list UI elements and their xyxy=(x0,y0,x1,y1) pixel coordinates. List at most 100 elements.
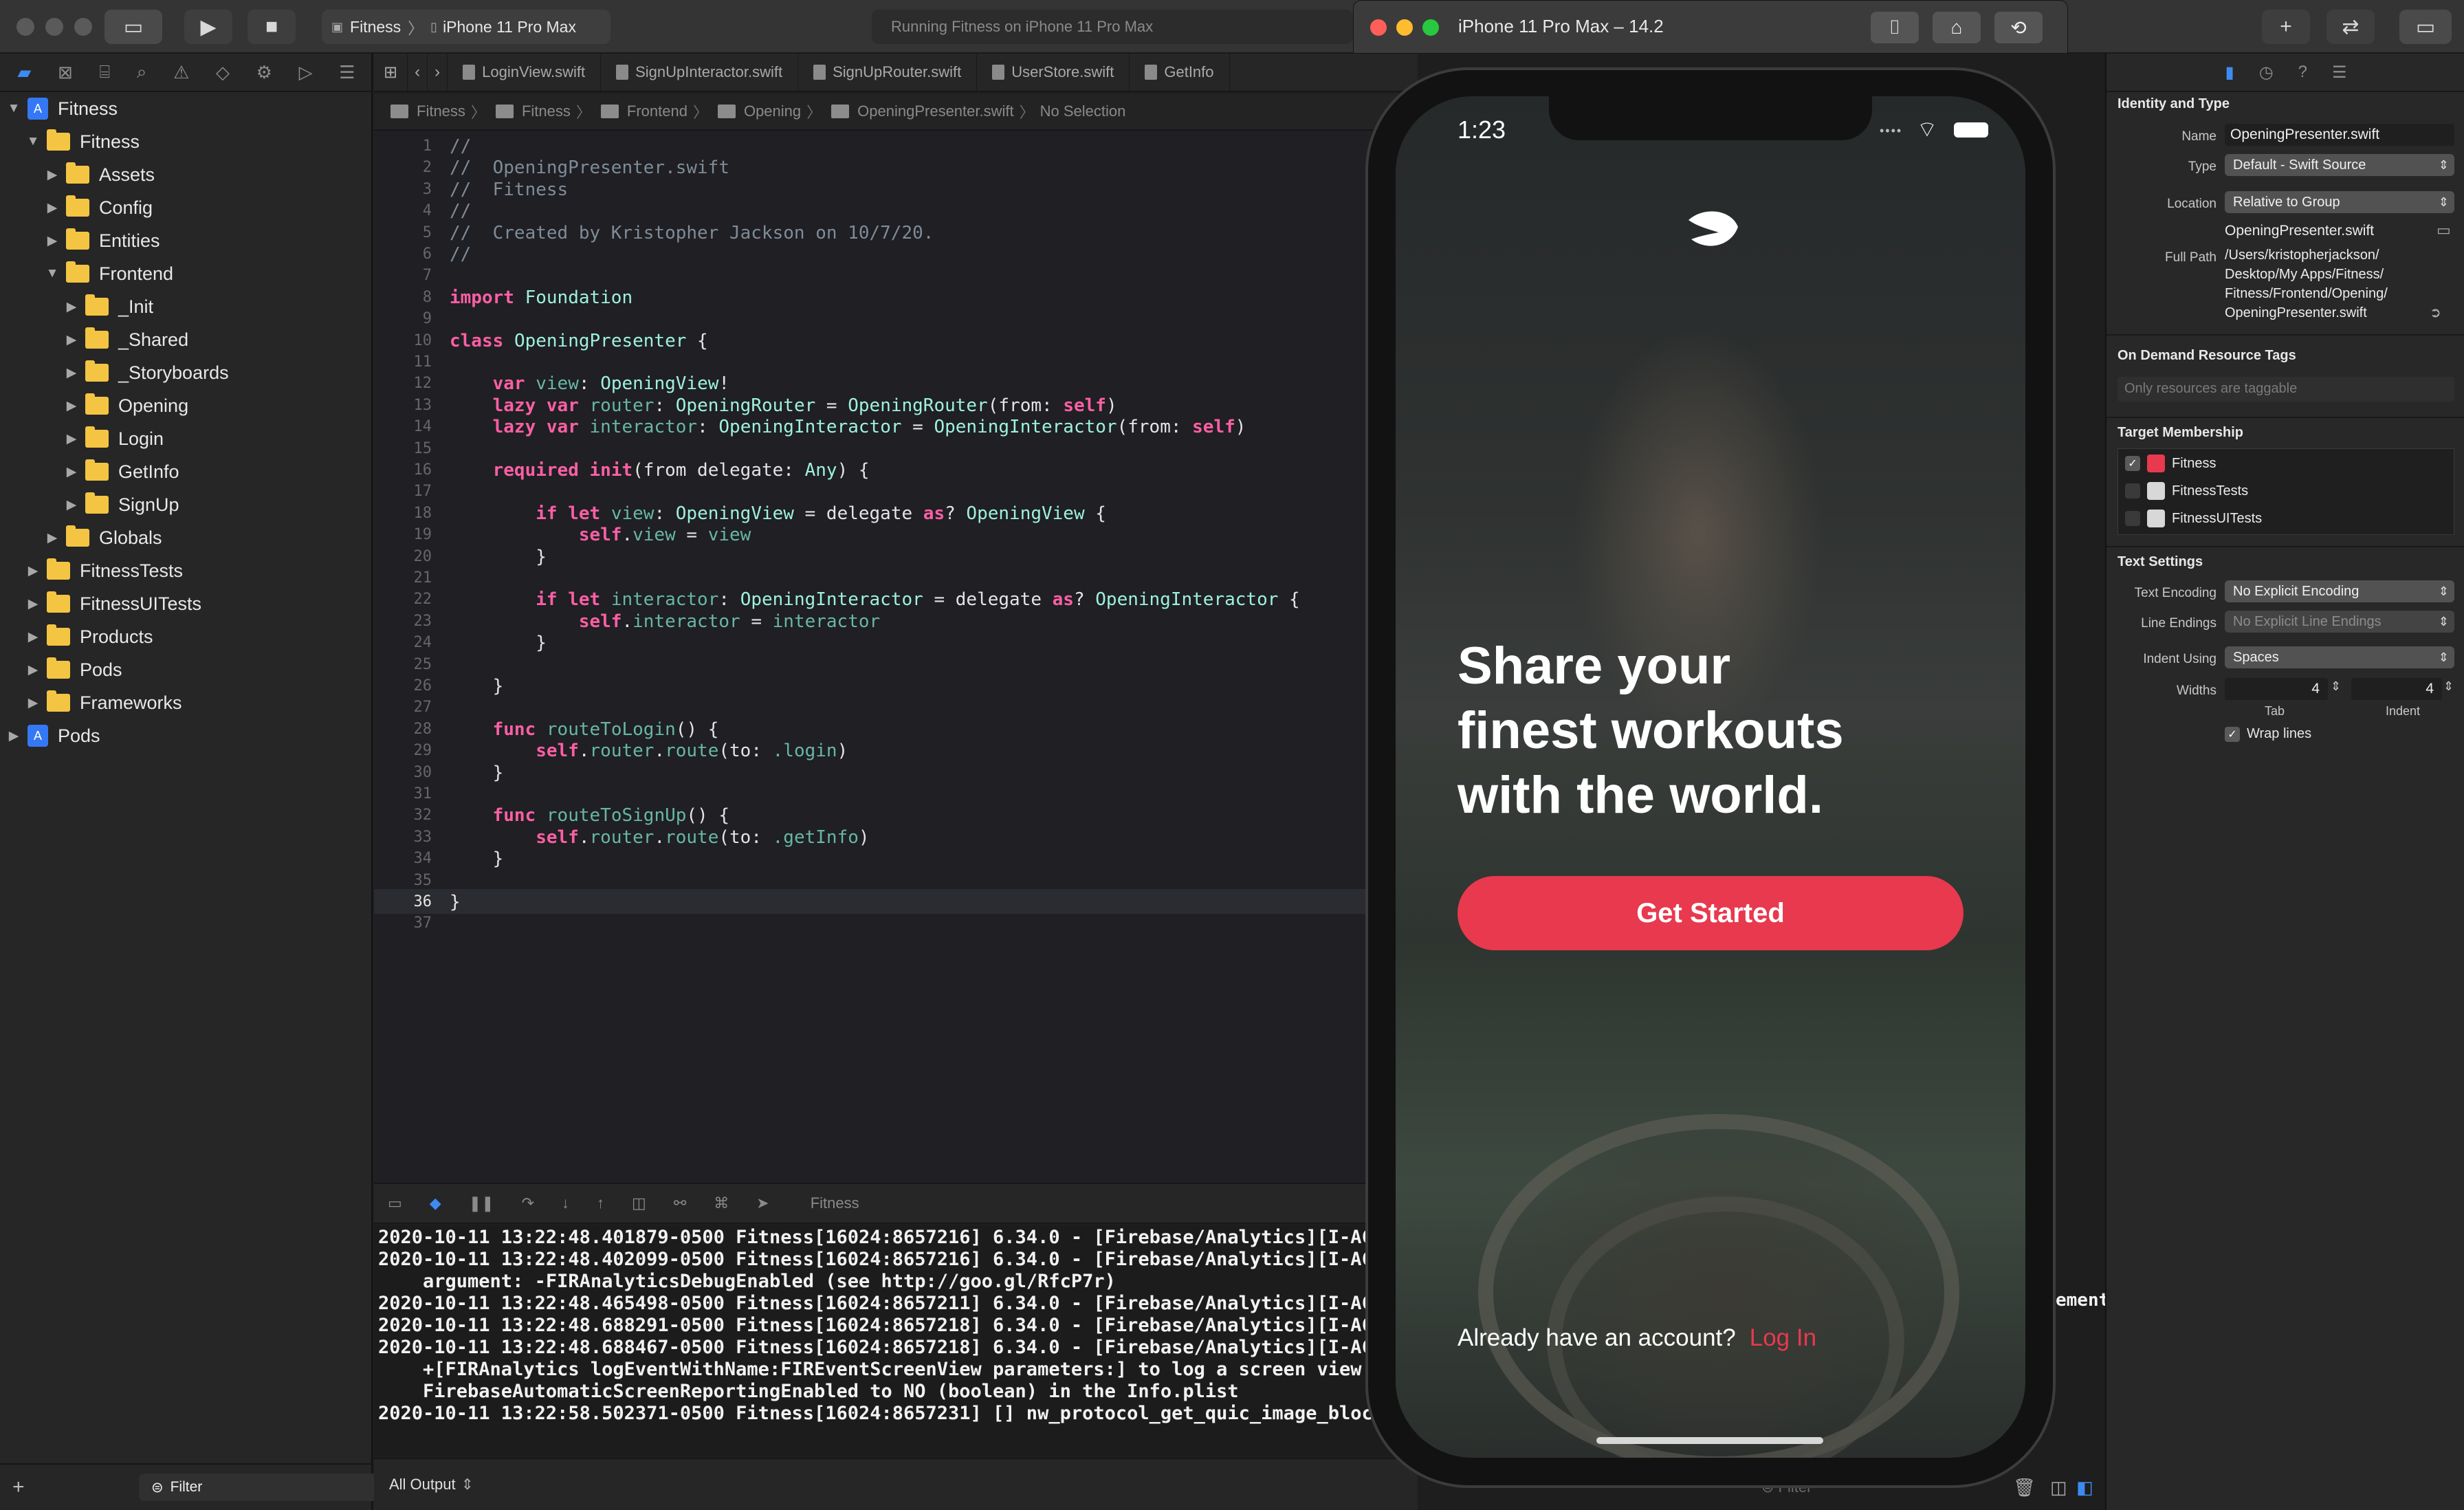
help-icon[interactable]: ? xyxy=(2298,63,2307,82)
step-into-icon[interactable]: ↓ xyxy=(562,1194,569,1212)
memory-graph-icon[interactable]: ⚯ xyxy=(674,1194,686,1212)
name-field[interactable]: OpeningPresenter.swift xyxy=(2225,124,2454,146)
hide-debug-icon[interactable]: ▭ xyxy=(388,1194,402,1212)
disclosure-open-icon[interactable]: ▼ xyxy=(25,134,41,149)
add-library-icon[interactable]: + xyxy=(2262,10,2310,44)
indent-using-popup[interactable]: Spaces xyxy=(2225,646,2454,668)
attributes-icon[interactable]: ☰ xyxy=(2332,63,2347,83)
editor-tab[interactable]: SignUpRouter.swift xyxy=(798,53,978,91)
wrap-lines-toggle[interactable]: ✓ Wrap lines xyxy=(2225,726,2311,742)
odr-tags-field[interactable]: Only resources are taggable xyxy=(2118,377,2454,402)
symbol-icon[interactable]: ⌸ xyxy=(99,61,110,83)
disclosure-closed-icon[interactable]: ▶ xyxy=(44,530,60,546)
navigator-item[interactable]: ▶ Config xyxy=(0,191,373,224)
disclosure-closed-icon[interactable]: ▶ xyxy=(63,497,80,513)
navigator-item[interactable]: ▶ GetInfo xyxy=(0,455,373,488)
navigator-item[interactable]: ▶ Entities xyxy=(0,224,373,257)
navigator-item[interactable]: ▶ Products xyxy=(0,620,373,653)
home-indicator[interactable] xyxy=(1596,1437,1823,1444)
rotate-icon[interactable]: ⟲ xyxy=(1994,12,2043,43)
console-layout-icon[interactable]: ◧ xyxy=(2076,1477,2093,1498)
step-out-icon[interactable]: ↑ xyxy=(597,1194,604,1212)
target-row[interactable]: FitnessUITests xyxy=(2125,510,2262,527)
inspector-toggle-icon[interactable]: ▭ xyxy=(2399,10,2452,44)
split-console-icon[interactable]: ◫ xyxy=(2050,1477,2067,1498)
step-over-icon[interactable]: ↷ xyxy=(522,1194,534,1212)
navigator-item[interactable]: ▶ Globals xyxy=(0,521,373,554)
disclosure-closed-icon[interactable]: ▶ xyxy=(63,332,80,348)
home-icon[interactable]: ⌂ xyxy=(1933,12,1981,43)
output-selector[interactable]: All Output xyxy=(389,1476,456,1493)
indent-stepper-icon[interactable]: ⇕ xyxy=(2443,679,2454,694)
back-icon[interactable]: ‹ xyxy=(408,53,428,91)
navigator-item[interactable]: ▶ Assets xyxy=(0,158,373,191)
view-debugger-icon[interactable]: ◫ xyxy=(632,1194,646,1212)
navigator-item[interactable]: ▼ Fitness xyxy=(0,125,373,158)
source-control-icon[interactable]: ⊠ xyxy=(58,62,73,83)
navigator-item[interactable]: ▶ _Init xyxy=(0,290,373,323)
type-popup[interactable]: Default - Swift Source xyxy=(2225,154,2454,176)
editor-tab[interactable]: UserStore.swift xyxy=(977,53,1130,91)
target-row[interactable]: FitnessTests xyxy=(2125,482,2248,500)
navigator-item[interactable]: ▶ FitnessUITests xyxy=(0,587,373,620)
sim-minimize-button[interactable] xyxy=(1396,19,1413,36)
navigator-item[interactable]: ▶ _Storyboards xyxy=(0,356,373,389)
stop-button[interactable]: ■ xyxy=(248,10,296,44)
close-window-button[interactable] xyxy=(16,18,34,36)
sim-close-button[interactable] xyxy=(1370,19,1387,36)
screenshot-icon[interactable]: ⌷ xyxy=(1871,12,1919,43)
run-button[interactable]: ▶ xyxy=(184,10,232,44)
code-review-icon[interactable]: ⇄ xyxy=(2326,10,2375,44)
target-checkbox[interactable]: ✓ xyxy=(2125,456,2140,471)
target-checkbox[interactable] xyxy=(2125,483,2140,499)
breadcrumb-item[interactable]: Opening xyxy=(744,102,801,120)
disclosure-closed-icon[interactable]: ▶ xyxy=(25,662,41,678)
navigator-item[interactable]: ▼ Frontend xyxy=(0,257,373,290)
breadcrumb-item[interactable]: OpeningPresenter.swift xyxy=(857,102,1013,120)
disclosure-closed-icon[interactable]: ▶ xyxy=(6,728,22,744)
console-output[interactable]: 2020-10-11 13:22:48.401879-0500 Fitness[… xyxy=(374,1225,1418,1456)
wrap-lines-checkbox[interactable]: ✓ xyxy=(2225,726,2240,742)
disclosure-closed-icon[interactable]: ▶ xyxy=(25,695,41,711)
disclosure-closed-icon[interactable]: ▶ xyxy=(63,398,80,414)
breakpoints-toggle-icon[interactable]: ◆ xyxy=(430,1194,441,1212)
navigator-item[interactable]: ▼ A Fitness xyxy=(0,92,373,125)
disclosure-closed-icon[interactable]: ▶ xyxy=(63,464,80,480)
location-icon[interactable]: ➤ xyxy=(756,1194,769,1212)
test-icon[interactable]: ◇ xyxy=(216,62,230,83)
editor-tab[interactable]: GetInfo xyxy=(1130,53,1230,91)
navigator-toggle-icon[interactable]: ▭ xyxy=(104,10,162,44)
breadcrumb-item[interactable]: Fitness xyxy=(522,102,571,120)
navigator-item[interactable]: ▶ Frameworks xyxy=(0,686,373,719)
disclosure-closed-icon[interactable]: ▶ xyxy=(25,563,41,579)
report-icon[interactable]: ☰ xyxy=(339,62,355,83)
disclosure-closed-icon[interactable]: ▶ xyxy=(44,167,60,183)
scheme-selector[interactable]: ▣ Fitness 〉 ▯ iPhone 11 Pro Max xyxy=(322,10,610,44)
navigator-item[interactable]: ▶ Opening xyxy=(0,389,373,422)
forward-icon[interactable]: › xyxy=(428,53,448,91)
disclosure-closed-icon[interactable]: ▶ xyxy=(63,365,80,381)
breadcrumb-item[interactable]: No Selection xyxy=(1040,102,1126,120)
tab-width-field[interactable]: 4 xyxy=(2225,678,2328,700)
disclosure-closed-icon[interactable]: ▶ xyxy=(44,233,60,249)
get-started-button[interactable]: Get Started xyxy=(1458,876,1964,950)
breadcrumb-item[interactable]: Fitness xyxy=(417,102,465,120)
breakpoint-icon[interactable]: ▷ xyxy=(299,62,313,83)
folder-icon[interactable]: ▭ xyxy=(2436,221,2451,239)
navigator-item[interactable]: ▶ SignUp xyxy=(0,488,373,521)
navigator-item[interactable]: ▶ Login xyxy=(0,422,373,455)
navigator-item[interactable]: ▶ A Pods xyxy=(0,719,373,752)
target-row[interactable]: ✓ Fitness xyxy=(2125,455,2216,472)
tab-stepper-icon[interactable]: ⇕ xyxy=(2331,679,2341,694)
disclosure-open-icon[interactable]: ▼ xyxy=(44,266,60,281)
reveal-arrow-icon[interactable]: ➲ xyxy=(2430,304,2441,321)
history-icon[interactable]: ◷ xyxy=(2259,63,2274,83)
disclosure-closed-icon[interactable]: ▶ xyxy=(63,431,80,447)
navigator-item[interactable]: ▶ FitnessTests xyxy=(0,554,373,587)
pause-icon[interactable]: ❚❚ xyxy=(469,1194,494,1212)
disclosure-closed-icon[interactable]: ▶ xyxy=(25,596,41,612)
breadcrumb-item[interactable]: Frontend xyxy=(627,102,688,120)
source-editor[interactable]: 1 // 2 // OpeningPresenter.swift 3 // Fitness… xyxy=(374,131,1418,1183)
navigator-item[interactable]: ▶ Pods xyxy=(0,653,373,686)
location-popup[interactable]: Relative to Group xyxy=(2225,191,2454,213)
